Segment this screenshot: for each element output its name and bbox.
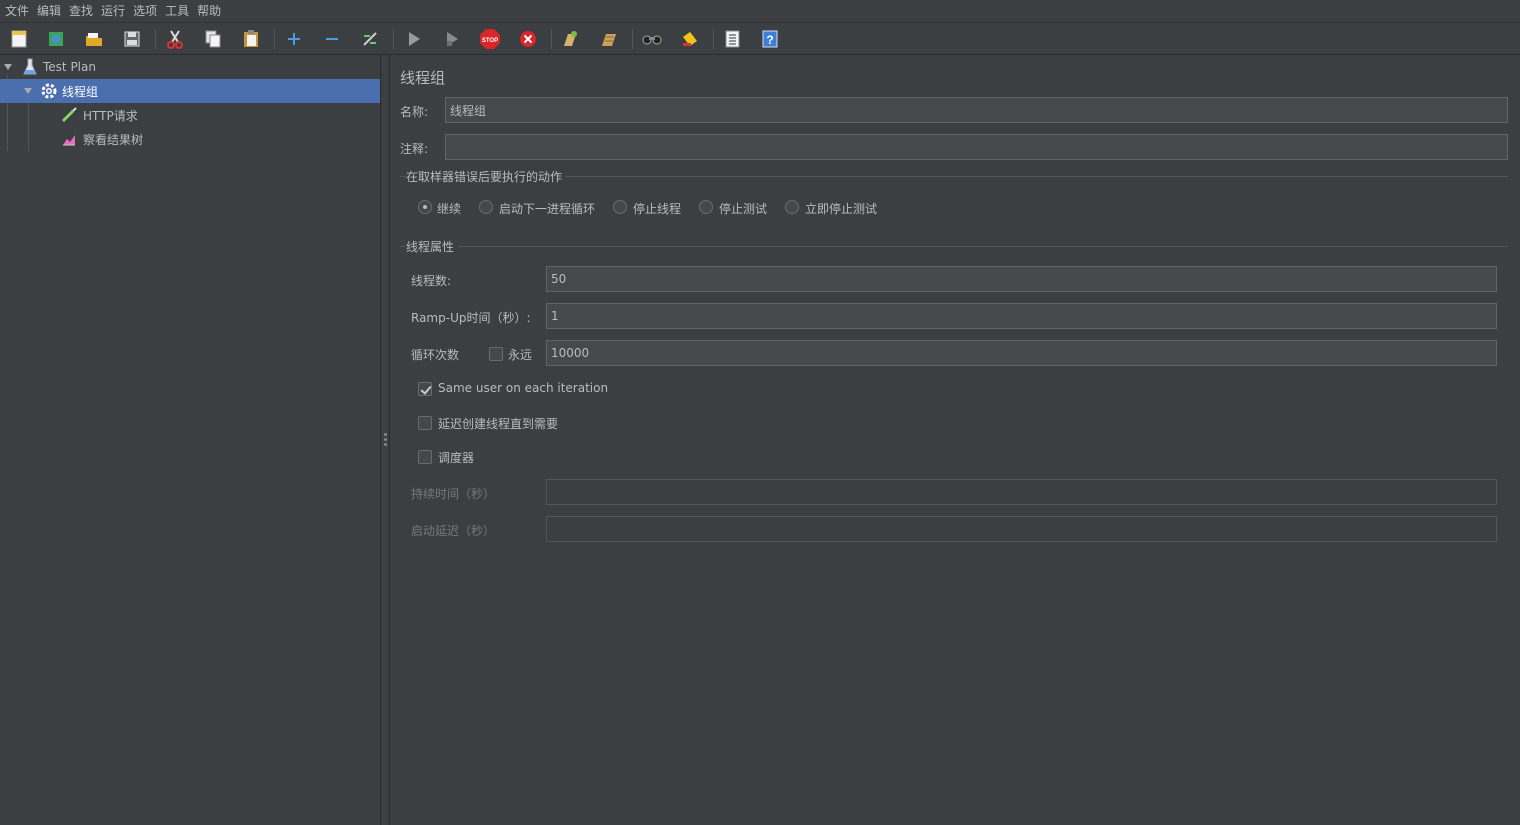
menu-edit[interactable]: 编辑 bbox=[34, 0, 66, 23]
clear-all-icon[interactable] bbox=[596, 26, 622, 52]
tree-item-label: 察看结果树 bbox=[83, 132, 144, 147]
cut-icon[interactable] bbox=[162, 26, 188, 52]
same-user-label: Same user on each iteration bbox=[438, 381, 609, 395]
radio-stop-test-now[interactable] bbox=[785, 200, 799, 214]
tree-item-thread-group[interactable]: 线程组 bbox=[0, 79, 380, 103]
expand-icon[interactable] bbox=[281, 26, 307, 52]
reset-search-icon[interactable] bbox=[677, 26, 703, 52]
expand-toggle-icon[interactable] bbox=[24, 88, 32, 94]
radio-start-next-loop-label: 启动下一进程循环 bbox=[499, 202, 596, 216]
radio-stop-test[interactable] bbox=[699, 200, 713, 214]
start-no-pause-icon[interactable] bbox=[439, 26, 465, 52]
radio-stop-test-label: 停止测试 bbox=[719, 202, 768, 216]
radio-stop-thread[interactable] bbox=[613, 200, 627, 214]
comment-label: 注释: bbox=[400, 142, 429, 156]
test-plan-tree: Test Plan 线程组 HTTP请求 察看结果树 bbox=[0, 55, 380, 825]
flask-icon bbox=[22, 58, 38, 79]
tree-item-label: Test Plan bbox=[43, 60, 96, 74]
threads-label: 线程数: bbox=[411, 274, 452, 288]
scheduler-label: 调度器 bbox=[438, 451, 475, 465]
menu-search[interactable]: 查找 bbox=[66, 0, 98, 23]
templates-icon[interactable] bbox=[43, 26, 69, 52]
radio-continue-label: 继续 bbox=[437, 202, 462, 216]
rampup-label: Ramp-Up时间（秒）: bbox=[411, 311, 531, 325]
menu-help[interactable]: 帮助 bbox=[194, 0, 226, 23]
forever-checkbox[interactable] bbox=[489, 347, 503, 361]
radio-start-next-loop[interactable] bbox=[479, 200, 493, 214]
svg-text:?: ? bbox=[766, 33, 773, 47]
page-title: 线程组 bbox=[400, 69, 446, 87]
startup-delay-field[interactable] bbox=[546, 516, 1497, 542]
stop-icon[interactable]: STOP bbox=[477, 26, 503, 52]
toggle-icon[interactable] bbox=[357, 26, 383, 52]
tree-item-label: HTTP请求 bbox=[83, 108, 138, 123]
svg-text:STOP: STOP bbox=[482, 38, 498, 44]
loop-count-label: 循环次数 bbox=[411, 348, 460, 362]
menu-file[interactable]: 文件 bbox=[2, 0, 34, 23]
gear-icon bbox=[40, 82, 58, 103]
startup-delay-label: 启动延迟（秒） bbox=[411, 524, 496, 538]
save-icon[interactable] bbox=[119, 26, 145, 52]
radio-stop-thread-label: 停止线程 bbox=[633, 202, 682, 216]
menu-tools[interactable]: 工具 bbox=[162, 0, 194, 23]
menu-run[interactable]: 运行 bbox=[98, 0, 130, 23]
panel-splitter[interactable] bbox=[380, 55, 390, 825]
graph-icon bbox=[61, 131, 77, 150]
duration-label: 持续时间（秒） bbox=[411, 487, 496, 501]
thread-props-group-title: 线程属性 bbox=[406, 238, 459, 255]
comment-field[interactable] bbox=[445, 134, 1508, 160]
copy-icon[interactable] bbox=[200, 26, 226, 52]
delay-create-label: 延迟创建线程直到需要 bbox=[438, 417, 559, 431]
collapse-icon[interactable] bbox=[319, 26, 345, 52]
open-icon[interactable] bbox=[81, 26, 107, 52]
paste-icon[interactable] bbox=[238, 26, 264, 52]
expand-toggle-icon[interactable] bbox=[4, 64, 12, 70]
radio-stop-test-now-label: 立即停止测试 bbox=[805, 202, 878, 216]
thread-group-panel: 线程组 名称: 注释: 在取样器错误后要执行的动作 继续 启动下一进程循环 停止… bbox=[390, 55, 1520, 825]
loop-count-field[interactable] bbox=[546, 340, 1497, 366]
tree-item-label: 线程组 bbox=[62, 84, 99, 99]
tree-item-result-tree[interactable]: 察看结果树 bbox=[0, 127, 380, 151]
error-action-group-title: 在取样器错误后要执行的动作 bbox=[406, 168, 567, 185]
same-user-checkbox[interactable] bbox=[418, 382, 432, 396]
menu-bar: 文件 编辑 查找 运行 选项 工具 帮助 bbox=[0, 0, 1520, 23]
clear-icon[interactable] bbox=[557, 26, 583, 52]
rampup-field[interactable] bbox=[546, 303, 1497, 329]
toolbar: STOP ? bbox=[0, 23, 1520, 55]
name-field[interactable] bbox=[445, 97, 1508, 123]
duration-field[interactable] bbox=[546, 479, 1497, 505]
shutdown-icon[interactable] bbox=[515, 26, 541, 52]
tree-item-test-plan[interactable]: Test Plan bbox=[0, 55, 380, 79]
name-label: 名称: bbox=[400, 105, 429, 119]
forever-label: 永远 bbox=[508, 348, 533, 362]
tree-item-http-request[interactable]: HTTP请求 bbox=[0, 103, 380, 127]
delay-create-checkbox[interactable] bbox=[418, 416, 432, 430]
radio-continue[interactable] bbox=[418, 200, 432, 214]
scheduler-checkbox[interactable] bbox=[418, 450, 432, 464]
help-icon[interactable]: ? bbox=[757, 26, 783, 52]
pipette-icon bbox=[61, 107, 77, 126]
function-helper-icon[interactable] bbox=[719, 26, 745, 52]
new-file-icon[interactable] bbox=[6, 26, 32, 52]
threads-field[interactable] bbox=[546, 266, 1497, 292]
start-icon[interactable] bbox=[401, 26, 427, 52]
search-icon[interactable] bbox=[639, 26, 665, 52]
menu-options[interactable]: 选项 bbox=[130, 0, 162, 23]
